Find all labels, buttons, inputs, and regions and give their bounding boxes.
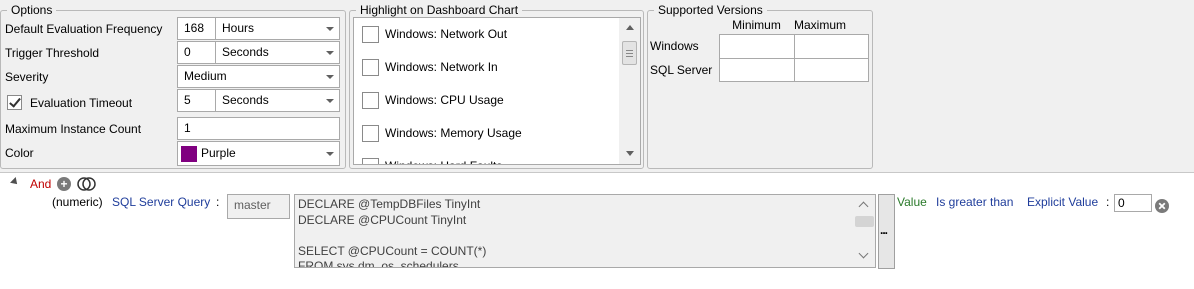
windows-max-cell[interactable] (794, 34, 869, 59)
scrollbar-thumb[interactable] (855, 216, 874, 227)
sqlserver-min-cell[interactable] (719, 58, 795, 82)
scroll-up-icon[interactable] (625, 25, 634, 30)
numeric-prefix: (numeric) (52, 195, 103, 209)
query-scrollbar[interactable] (854, 195, 875, 267)
query-line (298, 228, 486, 244)
sqlserver-row-label: SQL Server (650, 63, 713, 77)
and-operator[interactable]: And (30, 172, 51, 196)
trigger-threshold-input[interactable]: 0 (177, 41, 216, 64)
severity-label: Severity (5, 70, 49, 84)
chevron-down-icon[interactable] (321, 66, 339, 87)
color-dropdown[interactable]: Purple (177, 141, 340, 166)
highlight-list[interactable]: Windows: Network Out Windows: Network In… (353, 17, 641, 165)
evaluation-timeout-unit-dropdown[interactable]: Seconds (215, 89, 340, 112)
default-eval-frequency-label: Default Evaluation Frequency (5, 22, 163, 36)
remove-condition-icon[interactable] (1155, 199, 1169, 213)
evaluation-timeout-input[interactable]: 5 (177, 89, 216, 112)
list-item[interactable]: Windows: Hard Faults (354, 150, 612, 164)
highlight-checkbox[interactable] (362, 26, 379, 43)
query-textarea[interactable]: DECLARE @TempDBFiles TinyInt DECLARE @CP… (294, 194, 876, 268)
scroll-down-icon[interactable] (858, 248, 869, 259)
evaluation-timeout-checkbox[interactable] (7, 95, 22, 110)
highlight-checkbox[interactable] (362, 125, 379, 142)
chevron-down-icon[interactable] (321, 90, 339, 111)
options-legend: Options (11, 3, 53, 17)
add-condition-icon[interactable]: + (57, 177, 71, 191)
explicit-colon: : (1106, 195, 1110, 209)
chevron-down-icon[interactable] (321, 18, 339, 39)
chevron-down-icon[interactable] (321, 42, 339, 63)
list-item[interactable]: Windows: Network Out (354, 18, 612, 51)
explicit-value-link[interactable]: Explicit Value (1027, 190, 1098, 214)
scroll-up-icon[interactable] (858, 201, 869, 212)
highlight-legend: Highlight on Dashboard Chart (360, 3, 519, 17)
color-value: Purple (201, 146, 236, 160)
highlight-checkbox[interactable] (362, 59, 379, 76)
list-item-label: Windows: Hard Faults (385, 150, 502, 164)
windows-min-cell[interactable] (719, 34, 795, 59)
query-colon: : (216, 195, 220, 209)
ellipsis-label: ... (880, 223, 888, 237)
list-item-label: Windows: CPU Usage (385, 93, 504, 107)
query-editor-button[interactable]: ... (878, 194, 895, 269)
list-item-label: Windows: Memory Usage (385, 126, 522, 140)
query-line: DECLARE @TempDBFiles TinyInt (298, 197, 481, 211)
value-keyword[interactable]: Value (897, 190, 927, 214)
color-swatch (181, 145, 197, 162)
list-item-label: Windows: Network Out (385, 27, 508, 41)
eval-frequency-unit-dropdown[interactable]: Hours (215, 17, 340, 40)
query-line: SELECT @CPUCount = COUNT(*) (298, 243, 487, 258)
list-item[interactable]: Windows: CPU Usage (354, 84, 612, 117)
color-label: Color (5, 146, 34, 160)
sqlserver-max-cell[interactable] (794, 58, 869, 82)
evaluation-timeout-label: Evaluation Timeout (30, 96, 133, 110)
query-line: DECLARE @CPUCount TinyInt (298, 212, 467, 227)
max-instance-count-label: Maximum Instance Count (5, 122, 142, 136)
highlight-scrollbar[interactable] (619, 18, 640, 164)
list-item[interactable]: Windows: Network In (354, 51, 612, 84)
highlight-checkbox[interactable] (362, 158, 379, 164)
trigger-threshold-unit-value: Seconds (222, 45, 269, 59)
trigger-threshold-label: Trigger Threshold (5, 46, 100, 60)
severity-value: Medium (184, 69, 227, 83)
windows-row-label: Windows (650, 39, 699, 53)
chevron-down-icon[interactable] (321, 142, 339, 165)
list-item[interactable]: Windows: Memory Usage (354, 117, 612, 150)
trigger-threshold-unit-dropdown[interactable]: Seconds (215, 41, 340, 64)
eval-frequency-input[interactable]: 168 (177, 17, 216, 40)
threshold-input[interactable]: 0 (1114, 194, 1152, 212)
evaluation-timeout-unit-value: Seconds (222, 93, 269, 107)
query-line: FROM sys.dm_os_schedulers (298, 259, 459, 268)
database-input[interactable]: master (227, 194, 290, 219)
eval-frequency-unit-value: Hours (222, 21, 255, 35)
scrollbar-thumb[interactable] (622, 41, 637, 65)
scroll-down-icon[interactable] (625, 151, 634, 156)
sql-server-query-link[interactable]: SQL Server Query (112, 190, 210, 214)
severity-dropdown[interactable]: Medium (177, 65, 340, 88)
comparator-link[interactable]: Is greater than (936, 190, 1013, 214)
highlight-checkbox[interactable] (362, 92, 379, 109)
list-item-label: Windows: Network In (385, 60, 498, 74)
max-instance-count-input[interactable]: 1 (177, 117, 340, 140)
